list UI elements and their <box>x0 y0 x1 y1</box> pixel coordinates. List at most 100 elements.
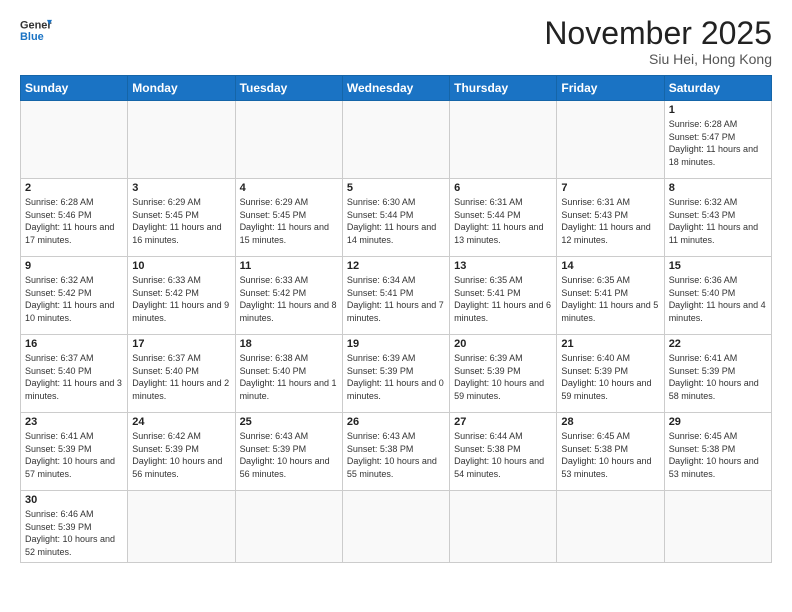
calendar-cell <box>128 491 235 562</box>
calendar-cell <box>664 491 771 562</box>
calendar-cell: 23 Sunrise: 6:41 AM Sunset: 5:39 PM Dayli… <box>21 413 128 491</box>
calendar-cell: 7 Sunrise: 6:31 AM Sunset: 5:43 PM Daylig… <box>557 179 664 257</box>
svg-text:Blue: Blue <box>20 31 44 43</box>
day-info: Sunrise: 6:34 AM Sunset: 5:41 PM Dayligh… <box>347 274 445 324</box>
day-info: Sunrise: 6:38 AM Sunset: 5:40 PM Dayligh… <box>240 352 338 402</box>
day-number: 23 <box>25 416 123 428</box>
calendar-cell <box>450 101 557 179</box>
day-info: Sunrise: 6:33 AM Sunset: 5:42 PM Dayligh… <box>240 274 338 324</box>
day-info: Sunrise: 6:37 AM Sunset: 5:40 PM Dayligh… <box>25 352 123 402</box>
calendar-cell: 15Sunrise: 6:36 AM Sunset: 5:40 PM Dayli… <box>664 257 771 335</box>
calendar-cell: 18 Sunrise: 6:38 AM Sunset: 5:40 PM Dayli… <box>235 335 342 413</box>
calendar-cell: 8 Sunrise: 6:32 AM Sunset: 5:43 PM Daylig… <box>664 179 771 257</box>
calendar-cell: 14Sunrise: 6:35 AM Sunset: 5:41 PM Dayli… <box>557 257 664 335</box>
day-number: 5 <box>347 182 445 194</box>
calendar-cell <box>21 101 128 179</box>
day-info: Sunrise: 6:29 AM Sunset: 5:45 PM Dayligh… <box>240 196 338 246</box>
day-number: 15 <box>669 260 767 272</box>
calendar-cell <box>557 101 664 179</box>
calendar-cell: 16 Sunrise: 6:37 AM Sunset: 5:40 PM Dayli… <box>21 335 128 413</box>
col-sunday: Sunday <box>21 76 128 101</box>
day-info: Sunrise: 6:30 AM Sunset: 5:44 PM Dayligh… <box>347 196 445 246</box>
calendar-cell <box>235 101 342 179</box>
calendar-cell <box>342 491 449 562</box>
col-friday: Friday <box>557 76 664 101</box>
day-number: 30 <box>25 494 123 506</box>
day-number: 24 <box>132 416 230 428</box>
day-info: Sunrise: 6:43 AM Sunset: 5:39 PM Dayligh… <box>240 430 338 480</box>
svg-text:General: General <box>20 19 52 31</box>
calendar-cell: 20Sunrise: 6:39 AM Sunset: 5:39 PM Dayli… <box>450 335 557 413</box>
calendar-cell <box>235 491 342 562</box>
calendar-cell: 24 Sunrise: 6:42 AM Sunset: 5:39 PM Dayli… <box>128 413 235 491</box>
col-saturday: Saturday <box>664 76 771 101</box>
day-info: Sunrise: 6:41 AM Sunset: 5:39 PM Dayligh… <box>25 430 123 480</box>
calendar-cell: 27 Sunrise: 6:44 AM Sunset: 5:38 PM Dayli… <box>450 413 557 491</box>
day-info: Sunrise: 6:45 AM Sunset: 5:38 PM Dayligh… <box>561 430 659 480</box>
day-number: 29 <box>669 416 767 428</box>
day-number: 16 <box>25 338 123 350</box>
day-info: Sunrise: 6:37 AM Sunset: 5:40 PM Dayligh… <box>132 352 230 402</box>
logo: General Blue <box>20 16 52 44</box>
day-number: 26 <box>347 416 445 428</box>
col-wednesday: Wednesday <box>342 76 449 101</box>
day-number: 17 <box>132 338 230 350</box>
day-info: Sunrise: 6:41 AM Sunset: 5:39 PM Dayligh… <box>669 352 767 402</box>
day-number: 7 <box>561 182 659 194</box>
day-number: 18 <box>240 338 338 350</box>
day-number: 19 <box>347 338 445 350</box>
day-number: 11 <box>240 260 338 272</box>
day-info: Sunrise: 6:45 AM Sunset: 5:38 PM Dayligh… <box>669 430 767 480</box>
day-number: 1 <box>669 104 767 116</box>
day-number: 3 <box>132 182 230 194</box>
calendar-cell: 30Sunrise: 6:46 AM Sunset: 5:39 PM Dayli… <box>21 491 128 562</box>
location: Siu Hei, Hong Kong <box>544 51 772 67</box>
day-info: Sunrise: 6:44 AM Sunset: 5:38 PM Dayligh… <box>454 430 552 480</box>
calendar-cell <box>128 101 235 179</box>
calendar-cell <box>450 491 557 562</box>
day-number: 20 <box>454 338 552 350</box>
day-info: Sunrise: 6:31 AM Sunset: 5:43 PM Dayligh… <box>561 196 659 246</box>
calendar-cell: 26 Sunrise: 6:43 AM Sunset: 5:38 PM Dayli… <box>342 413 449 491</box>
calendar-cell: 4Sunrise: 6:29 AM Sunset: 5:45 PM Daylig… <box>235 179 342 257</box>
day-number: 8 <box>669 182 767 194</box>
calendar-cell: 29 Sunrise: 6:45 AM Sunset: 5:38 PM Dayli… <box>664 413 771 491</box>
day-number: 12 <box>347 260 445 272</box>
calendar-cell: 1 Sunrise: 6:28 AM Sunset: 5:47 PM Daylig… <box>664 101 771 179</box>
calendar-cell: 11 Sunrise: 6:33 AM Sunset: 5:42 PM Dayli… <box>235 257 342 335</box>
calendar-cell: 17 Sunrise: 6:37 AM Sunset: 5:40 PM Dayli… <box>128 335 235 413</box>
calendar-cell: 9Sunrise: 6:32 AM Sunset: 5:42 PM Daylig… <box>21 257 128 335</box>
calendar-cell: 25Sunrise: 6:43 AM Sunset: 5:39 PM Dayli… <box>235 413 342 491</box>
generalblue-logo-icon: General Blue <box>20 16 52 44</box>
day-info: Sunrise: 6:35 AM Sunset: 5:41 PM Dayligh… <box>454 274 552 324</box>
day-info: Sunrise: 6:28 AM Sunset: 5:47 PM Dayligh… <box>669 118 767 168</box>
calendar-cell: 12 Sunrise: 6:34 AM Sunset: 5:41 PM Dayli… <box>342 257 449 335</box>
calendar-cell: 21 Sunrise: 6:40 AM Sunset: 5:39 PM Dayli… <box>557 335 664 413</box>
day-number: 2 <box>25 182 123 194</box>
calendar-cell: 5 Sunrise: 6:30 AM Sunset: 5:44 PM Daylig… <box>342 179 449 257</box>
calendar-cell: 2 Sunrise: 6:28 AM Sunset: 5:46 PM Daylig… <box>21 179 128 257</box>
day-number: 21 <box>561 338 659 350</box>
calendar-cell: 22Sunrise: 6:41 AM Sunset: 5:39 PM Dayli… <box>664 335 771 413</box>
day-info: Sunrise: 6:28 AM Sunset: 5:46 PM Dayligh… <box>25 196 123 246</box>
col-monday: Monday <box>128 76 235 101</box>
col-tuesday: Tuesday <box>235 76 342 101</box>
day-number: 13 <box>454 260 552 272</box>
day-info: Sunrise: 6:42 AM Sunset: 5:39 PM Dayligh… <box>132 430 230 480</box>
month-title: November 2025 <box>544 16 772 51</box>
calendar-table: Sunday Monday Tuesday Wednesday Thursday… <box>20 75 772 562</box>
day-info: Sunrise: 6:35 AM Sunset: 5:41 PM Dayligh… <box>561 274 659 324</box>
day-info: Sunrise: 6:40 AM Sunset: 5:39 PM Dayligh… <box>561 352 659 402</box>
day-number: 9 <box>25 260 123 272</box>
col-thursday: Thursday <box>450 76 557 101</box>
day-info: Sunrise: 6:39 AM Sunset: 5:39 PM Dayligh… <box>347 352 445 402</box>
calendar-cell: 6Sunrise: 6:31 AM Sunset: 5:44 PM Daylig… <box>450 179 557 257</box>
calendar-cell: 19 Sunrise: 6:39 AM Sunset: 5:39 PM Dayli… <box>342 335 449 413</box>
day-info: Sunrise: 6:43 AM Sunset: 5:38 PM Dayligh… <box>347 430 445 480</box>
day-number: 27 <box>454 416 552 428</box>
title-block: November 2025 Siu Hei, Hong Kong <box>544 16 772 67</box>
calendar-cell: 28Sunrise: 6:45 AM Sunset: 5:38 PM Dayli… <box>557 413 664 491</box>
calendar-cell: 3 Sunrise: 6:29 AM Sunset: 5:45 PM Daylig… <box>128 179 235 257</box>
day-info: Sunrise: 6:29 AM Sunset: 5:45 PM Dayligh… <box>132 196 230 246</box>
day-info: Sunrise: 6:32 AM Sunset: 5:43 PM Dayligh… <box>669 196 767 246</box>
